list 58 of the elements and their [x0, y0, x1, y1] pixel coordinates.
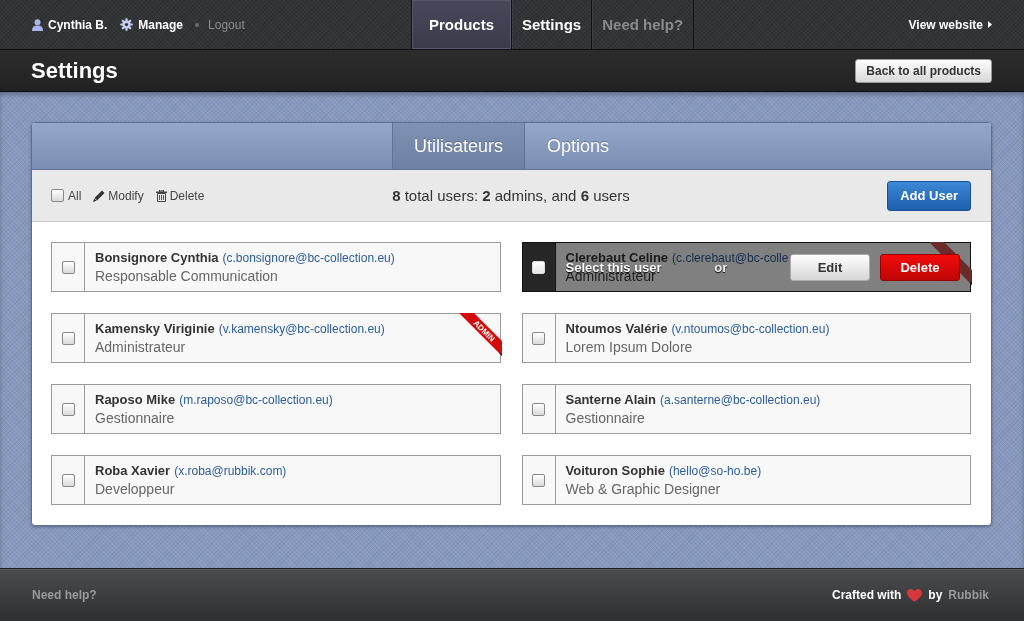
- select-checkbox[interactable]: [61, 473, 75, 487]
- logout-link[interactable]: Logout: [208, 17, 245, 32]
- help-link[interactable]: Need help?: [32, 588, 97, 602]
- select-all-checkbox[interactable]: [51, 189, 64, 202]
- email-link[interactable]: (m.raposo@bc-collection.eu): [179, 393, 333, 407]
- user-link[interactable]: Cynthia B.: [32, 17, 108, 32]
- users-summary: 8 total users: 2 admins, and 6 users: [392, 187, 630, 204]
- trash-icon: [155, 189, 167, 202]
- page-title: Settings: [31, 57, 118, 84]
- select-checkbox[interactable]: [61, 260, 75, 274]
- user-name: Santerne Alain: [565, 392, 657, 407]
- credit-by-text: by: [928, 588, 943, 602]
- email-link[interactable]: (v.kamensky@bc-collection.eu): [218, 322, 385, 336]
- back-button[interactable]: Back to all products: [855, 58, 992, 83]
- select-checkbox[interactable]: [61, 402, 75, 416]
- pencil-icon: [93, 189, 106, 202]
- user-role: Gestionnaire: [95, 410, 175, 426]
- select-checkbox[interactable]: [532, 473, 545, 487]
- email-link[interactable]: (x.roba@rubbik.com): [174, 464, 287, 478]
- email-link[interactable]: (hello@so-ho.be): [668, 464, 762, 478]
- modify-button[interactable]: Modify: [93, 188, 144, 203]
- user-name: Ntoumos Valérie: [565, 321, 668, 336]
- add-user-button[interactable]: Add User: [887, 180, 971, 211]
- delete-button[interactable]: Delete: [155, 188, 205, 203]
- user-role: Lorem Ipsum Dolore: [565, 339, 693, 355]
- user-icon: [32, 18, 43, 31]
- user-name: Voituron Sophie: [565, 463, 665, 478]
- user-role: Web & Graphic Designer: [565, 481, 721, 497]
- rubbik-link[interactable]: Rubbik: [948, 588, 989, 602]
- user-name: Roba Xavier: [95, 463, 171, 478]
- email-link[interactable]: (v.ntoumos@bc-collection.eu): [671, 322, 830, 336]
- nav-tab[interactable]: Products: [411, 0, 511, 49]
- caret-icon: [988, 21, 992, 28]
- panel-tab[interactable]: Utilisateurs: [391, 123, 525, 169]
- heart-icon: [907, 588, 923, 602]
- email-link[interactable]: (c.bonsignore@bc-collection.eu): [222, 251, 395, 265]
- all-label[interactable]: All: [68, 188, 82, 203]
- gear-icon: [120, 18, 134, 31]
- select-checkbox[interactable]: [61, 331, 75, 345]
- edit-button[interactable]: Edit: [790, 253, 870, 281]
- nav-tab[interactable]: Need help?: [591, 0, 695, 49]
- user-role: Administrateur: [95, 339, 186, 355]
- select-checkbox[interactable]: [532, 331, 545, 345]
- user-name: Raposo Mike: [95, 392, 176, 407]
- dot-separator-icon: [195, 22, 200, 27]
- view-website-link[interactable]: View website: [908, 17, 992, 32]
- email-link[interactable]: (c.clerebaut@bc-colle: [672, 251, 789, 265]
- user-name: Bonsignore Cynthia: [95, 250, 219, 265]
- user-role: Developpeur: [95, 481, 175, 497]
- manage-link[interactable]: Manage: [120, 17, 184, 32]
- credit-text: Crafted with: [831, 588, 902, 602]
- email-link[interactable]: (a.santerne@bc-collection.eu): [660, 393, 821, 407]
- user-role: Responsable Communication: [95, 268, 278, 284]
- user-role: Gestionnaire: [565, 410, 645, 426]
- select-checkbox[interactable]: [532, 402, 545, 416]
- user-name: Kamensky Viriginie: [95, 321, 215, 336]
- delete-button[interactable]: Delete: [880, 253, 960, 281]
- nav-tab[interactable]: Settings: [511, 0, 592, 49]
